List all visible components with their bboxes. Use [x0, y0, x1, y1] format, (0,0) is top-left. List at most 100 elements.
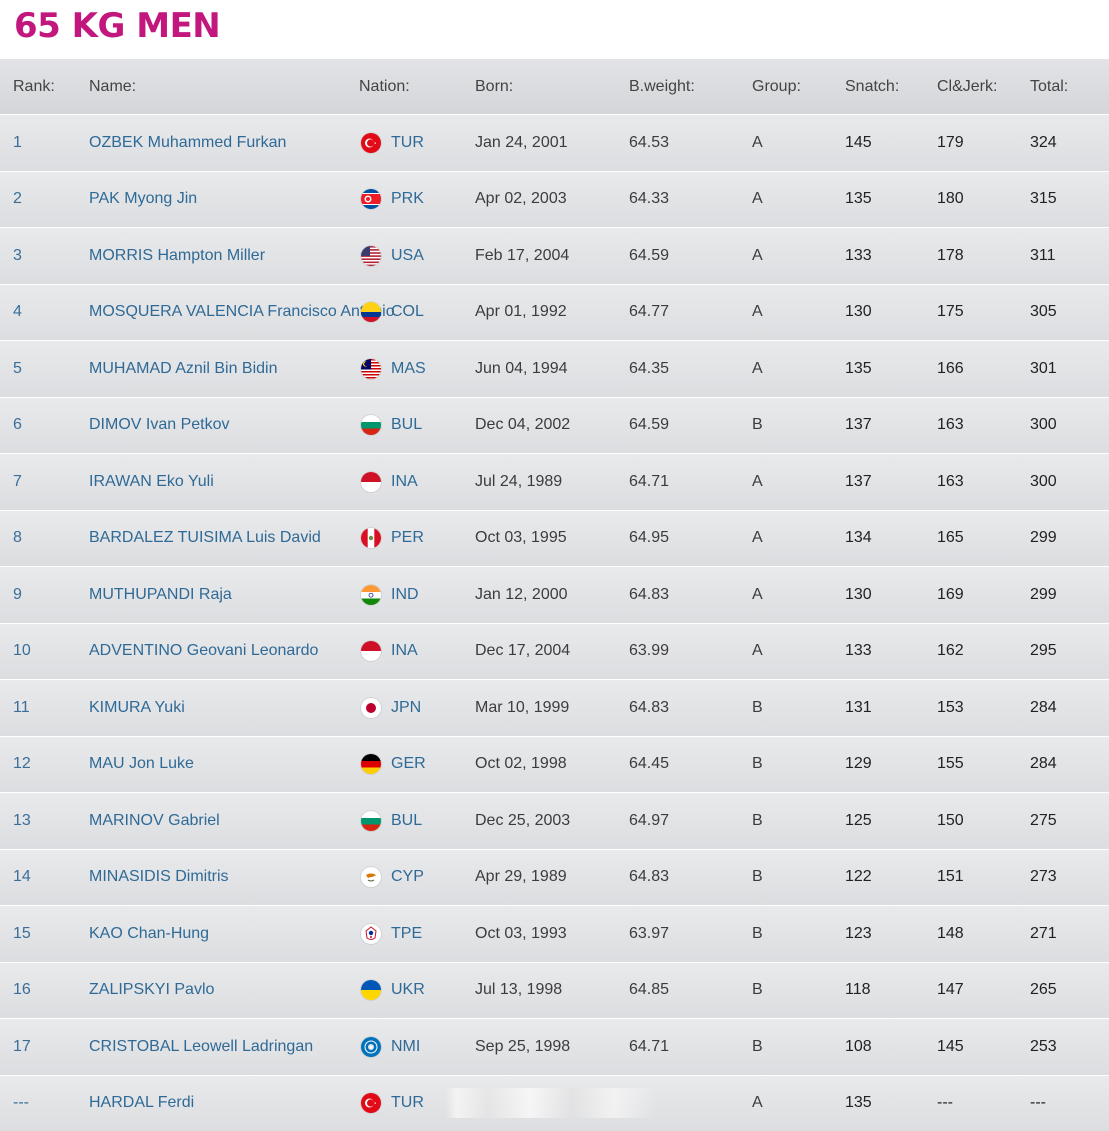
nation-code[interactable]: CYP — [391, 868, 424, 886]
athlete-name-link[interactable]: MUTHUPANDI Raja — [89, 567, 232, 623]
athlete-name-link[interactable]: MAU Jon Luke — [89, 737, 194, 793]
cell-clean-jerk: 179 — [937, 115, 964, 171]
cell-snatch: 130 — [845, 567, 872, 623]
nation-link[interactable]: COL — [361, 285, 424, 341]
athlete-name-link[interactable]: ZALIPSKYI Pavlo — [89, 963, 214, 1019]
cell-total: 311 — [1030, 228, 1056, 284]
nation-link[interactable]: NMI — [361, 1019, 420, 1075]
header-group[interactable]: Group: — [752, 59, 801, 114]
cell-rank: 16 — [13, 963, 31, 1019]
header-born[interactable]: Born: — [475, 59, 513, 114]
turkey-flag-icon — [361, 1093, 381, 1113]
athlete-name-link[interactable]: MORRIS Hampton Miller — [89, 228, 265, 284]
nation-code[interactable]: TUR — [391, 134, 424, 152]
cell-rank: 17 — [13, 1019, 31, 1075]
nation-code[interactable]: TUR — [391, 1094, 424, 1112]
nation-code[interactable]: PER — [391, 529, 424, 547]
cell-group: A — [752, 624, 763, 680]
nation-link[interactable]: PER — [361, 511, 424, 567]
nation-code[interactable]: GER — [391, 755, 426, 773]
cell-snatch: 135 — [845, 172, 872, 228]
indonesia-flag-icon — [361, 641, 381, 661]
nation-link[interactable]: BUL — [361, 398, 422, 454]
athlete-name-link[interactable]: IRAWAN Eko Yuli — [89, 454, 214, 510]
header-snatch[interactable]: Snatch: — [845, 59, 899, 114]
nation-link[interactable]: TUR — [361, 1076, 656, 1131]
nation-link[interactable]: INA — [361, 454, 418, 510]
cell-born: Jan 24, 2001 — [475, 115, 568, 171]
cell-group: B — [752, 680, 763, 736]
nation-link[interactable]: TUR — [361, 115, 424, 171]
athlete-name-link[interactable]: KIMURA Yuki — [89, 680, 185, 736]
nation-link[interactable]: IND — [361, 567, 419, 623]
athlete-name-link[interactable]: MINASIDIS Dimitris — [89, 850, 229, 906]
cell-rank: 10 — [13, 624, 31, 680]
cell-clean-jerk: 153 — [937, 680, 964, 736]
cell-bodyweight: 64.83 — [629, 680, 669, 736]
header-name[interactable]: Name: — [89, 59, 136, 114]
nation-code[interactable]: UKR — [391, 981, 425, 999]
athlete-name-link[interactable]: MUHAMAD Aznil Bin Bidin — [89, 341, 278, 397]
cell-clean-jerk: 163 — [937, 398, 964, 454]
header-nation[interactable]: Nation: — [359, 59, 410, 114]
cell-clean-jerk: 175 — [937, 285, 964, 341]
nation-link[interactable]: INA — [361, 624, 418, 680]
athlete-name-link[interactable]: DIMOV Ivan Petkov — [89, 398, 230, 454]
cell-born: Jul 24, 1989 — [475, 454, 562, 510]
cell-born: Sep 25, 1998 — [475, 1019, 570, 1075]
nation-link[interactable]: PRK — [361, 172, 424, 228]
nation-code[interactable]: BUL — [391, 416, 422, 434]
athlete-name-link[interactable]: ADVENTINO Geovani Leonardo — [89, 624, 318, 680]
table-row: 9MUTHUPANDI RajaINDJan 12, 200064.83A130… — [0, 566, 1109, 623]
athlete-name-link[interactable]: HARDAL Ferdi — [89, 1076, 194, 1131]
bulgaria-flag-icon — [361, 415, 381, 435]
athlete-name-link[interactable]: CRISTOBAL Leowell Ladringan — [89, 1019, 313, 1075]
nation-code[interactable]: BUL — [391, 812, 422, 830]
germany-flag-icon — [361, 754, 381, 774]
cell-snatch: 133 — [845, 624, 872, 680]
athlete-name-link[interactable]: OZBEK Muhammed Furkan — [89, 115, 286, 171]
nation-link[interactable]: GER — [361, 737, 426, 793]
cell-rank: 13 — [13, 793, 31, 849]
nation-code[interactable]: INA — [391, 473, 418, 491]
athlete-name-link[interactable]: PAK Myong Jin — [89, 172, 197, 228]
nation-link[interactable]: CYP — [361, 850, 424, 906]
japan-flag-icon — [361, 698, 381, 718]
table-row: 8BARDALEZ TUISIMA Luis DavidPEROct 03, 1… — [0, 510, 1109, 567]
cell-born: Feb 17, 2004 — [475, 228, 569, 284]
cell-total: 305 — [1030, 285, 1057, 341]
athlete-name-link[interactable]: MOSQUERA VALENCIA Francisco Antonio — [89, 285, 395, 341]
header-bweight[interactable]: B.weight: — [629, 59, 695, 114]
nation-code[interactable]: PRK — [391, 190, 424, 208]
cell-born: Apr 29, 1989 — [475, 850, 567, 906]
nation-code[interactable]: IND — [391, 586, 419, 604]
athlete-name-link[interactable]: MARINOV Gabriel — [89, 793, 220, 849]
nation-code[interactable]: COL — [391, 303, 424, 321]
nation-link[interactable]: JPN — [361, 680, 421, 736]
header-total[interactable]: Total: — [1030, 59, 1068, 114]
nation-code[interactable]: TPE — [391, 925, 422, 943]
nation-code[interactable]: JPN — [391, 699, 421, 717]
nation-link[interactable]: UKR — [361, 963, 425, 1019]
header-clean-jerk[interactable]: Cl&Jerk: — [937, 59, 997, 114]
athlete-name-link[interactable]: BARDALEZ TUISIMA Luis David — [89, 511, 321, 567]
nation-code[interactable]: USA — [391, 247, 424, 265]
nation-link[interactable]: BUL — [361, 793, 422, 849]
turkey-flag-icon — [361, 133, 381, 153]
cell-clean-jerk: 163 — [937, 454, 964, 510]
cell-bodyweight: 64.97 — [629, 793, 669, 849]
nation-code[interactable]: NMI — [391, 1038, 420, 1056]
north-korea-flag-icon — [361, 189, 381, 209]
ukraine-flag-icon — [361, 980, 381, 1000]
athlete-name-link[interactable]: KAO Chan-Hung — [89, 906, 209, 962]
header-rank[interactable]: Rank: — [13, 59, 55, 114]
nation-code[interactable]: MAS — [391, 360, 426, 378]
cell-rank: 6 — [13, 398, 22, 454]
nation-link[interactable]: USA — [361, 228, 424, 284]
nation-link[interactable]: TPE — [361, 906, 422, 962]
nation-code[interactable]: INA — [391, 642, 418, 660]
cell-rank: 9 — [13, 567, 22, 623]
nation-link[interactable]: MAS — [361, 341, 426, 397]
cell-bodyweight: 64.71 — [629, 1019, 669, 1075]
cell-born: Oct 03, 1995 — [475, 511, 567, 567]
